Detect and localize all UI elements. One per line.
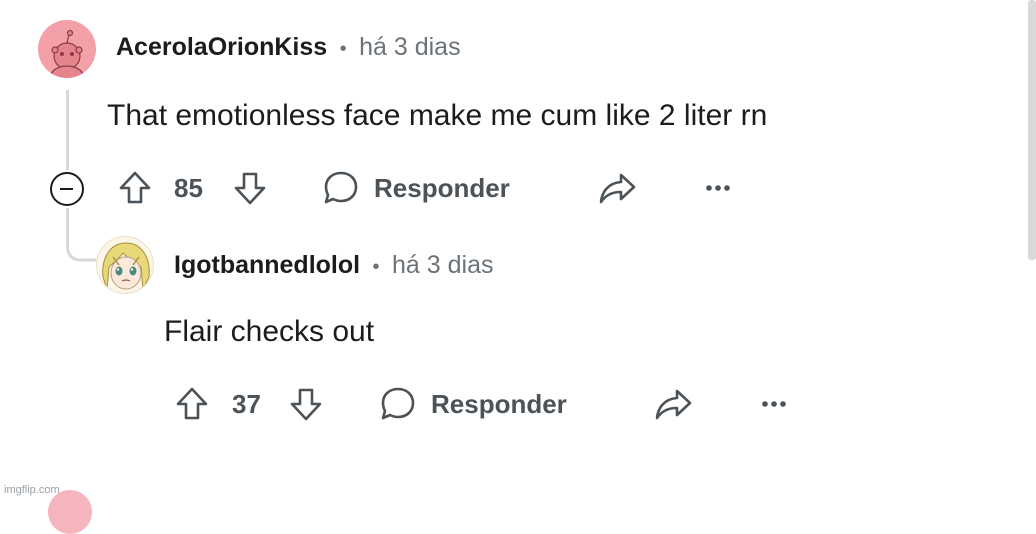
more-options-icon[interactable] [761,400,787,408]
more-options-icon[interactable] [705,184,731,192]
collapse-icon[interactable] [50,172,84,206]
comment-body: That emotionless face make me cum like 2… [107,99,768,132]
thread-line [66,90,69,170]
anime-avatar-icon [102,242,150,291]
separator-dot: • [339,38,347,60]
scrollbar[interactable] [1028,0,1036,260]
share-icon[interactable] [597,170,637,206]
reply-label: Responder [374,172,510,203]
watermark: imgflip.com [4,484,60,496]
downvote-icon[interactable] [233,170,267,206]
avatar[interactable] [96,236,154,294]
vote-count: 37 [232,389,261,419]
reply-button[interactable]: Responder [379,385,567,423]
comment-body: Flair checks out [164,315,375,348]
reply-label: Responder [431,388,567,419]
separator-dot: • [372,256,380,278]
comment-bubble-icon [379,385,417,423]
upvote-icon[interactable] [175,386,209,422]
avatar[interactable] [48,490,92,534]
share-icon[interactable] [653,386,693,422]
timestamp[interactable]: há 3 dias [359,33,460,61]
comment-header: Igotbannedlolol • há 3 dias [174,251,493,280]
comment-header: AcerolaOrionKiss • há 3 dias [116,33,461,62]
comment-bubble-icon [322,169,360,207]
avatar[interactable] [38,20,96,78]
snoo-avatar-icon [50,29,84,78]
upvote-icon[interactable] [118,170,152,206]
vote-count: 85 [174,173,203,203]
timestamp[interactable]: há 3 dias [392,251,493,279]
reply-button[interactable]: Responder [322,169,510,207]
downvote-icon[interactable] [289,386,323,422]
username[interactable]: Igotbannedlolol [174,251,360,279]
username[interactable]: AcerolaOrionKiss [116,33,327,61]
